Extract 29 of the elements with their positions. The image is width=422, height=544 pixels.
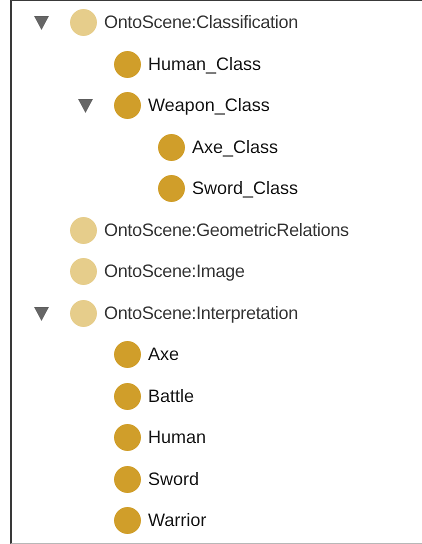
tree-item-label[interactable]: OntoScene:GeometricRelations — [104, 216, 349, 244]
tree-item-label[interactable]: Axe_Class — [192, 134, 278, 161]
class-circle-icon — [114, 341, 141, 368]
class-circle-icon — [114, 50, 141, 78]
class-circle-icon — [114, 424, 141, 452]
class-circle-icon — [114, 507, 141, 534]
tree-item-label[interactable]: OntoScene:Interpretation — [104, 300, 298, 327]
tree-item-label[interactable]: Sword_Class — [192, 175, 298, 202]
tree-item-label[interactable]: OntoScene:Image — [104, 258, 245, 286]
class-circle-icon — [70, 9, 97, 36]
class-circle-icon — [70, 216, 97, 244]
tree-item-label[interactable]: Sword — [148, 466, 200, 493]
tree-item-label[interactable]: Human — [148, 424, 206, 452]
tree-item-label[interactable]: Weapon_Class — [148, 92, 270, 120]
class-circle-icon — [158, 134, 185, 161]
class-circle-icon — [70, 300, 97, 327]
class-circle-icon — [70, 258, 97, 286]
class-circle-icon — [114, 466, 141, 493]
expand-triangle-icon[interactable] — [34, 15, 49, 30]
tree-item-label[interactable]: Axe — [148, 341, 180, 368]
expand-triangle-icon[interactable] — [34, 306, 49, 321]
tree-item-label[interactable]: Battle — [148, 382, 194, 410]
tree-item-label[interactable]: OntoScene:Classification — [104, 9, 298, 36]
class-circle-icon — [114, 382, 141, 410]
tree-item-label[interactable]: Warrior — [148, 507, 206, 534]
class-circle-icon — [158, 175, 185, 202]
class-circle-icon — [114, 92, 141, 120]
expand-triangle-icon[interactable] — [78, 98, 93, 114]
tree-item-label[interactable]: Human_Class — [148, 50, 262, 78]
